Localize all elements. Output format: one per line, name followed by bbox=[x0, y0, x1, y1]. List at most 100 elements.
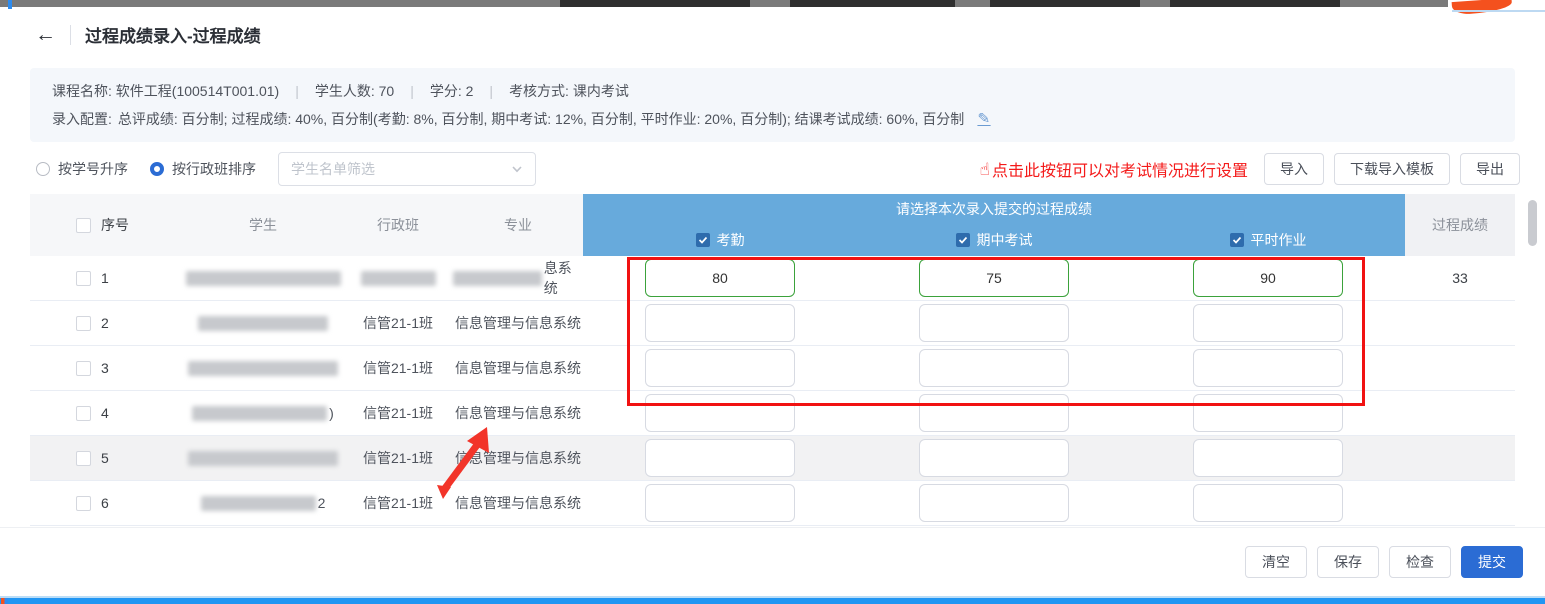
score-cell-midterm bbox=[857, 259, 1131, 297]
score-column-header-homework: 平时作业 bbox=[1131, 224, 1405, 256]
grade-entry-page: ← 过程成绩录入-过程成绩 课程名称: 软件工程(100514T001.01)|… bbox=[0, 0, 1545, 604]
sort-by-id-radio[interactable]: 按学号升序 bbox=[36, 159, 128, 179]
row-index-value: 6 bbox=[91, 495, 109, 511]
major-cell: 信息管理与信息系统 bbox=[453, 403, 583, 423]
student-cell bbox=[183, 271, 343, 286]
filter-placeholder: 学生名单筛选 bbox=[291, 159, 375, 179]
header-student: 学生 bbox=[183, 194, 343, 256]
student-filter-select[interactable]: 学生名单筛选 bbox=[278, 152, 536, 186]
score-input-midterm[interactable] bbox=[919, 484, 1069, 522]
score-cell-homework bbox=[1131, 439, 1405, 477]
score-input-midterm[interactable] bbox=[919, 439, 1069, 477]
course-info-item: 学生人数: 70 bbox=[315, 80, 394, 102]
score-column-label: 考勤 bbox=[717, 230, 745, 250]
group-header-title: 请选择本次录入提交的过程成绩 bbox=[583, 194, 1405, 224]
edge-blue-line bbox=[1452, 10, 1545, 12]
table-header: 序号 学生 行政班 专业 请选择本次录入提交的过程成绩 考勤期中考试平时作业 过… bbox=[30, 194, 1515, 256]
score-input-homework[interactable] bbox=[1193, 259, 1343, 297]
header-seq: 序号 bbox=[91, 194, 183, 256]
table-row: 62信管21-1班信息管理与信息系统 bbox=[30, 481, 1515, 526]
score-input-attendance[interactable] bbox=[645, 349, 795, 387]
score-input-midterm[interactable] bbox=[919, 394, 1069, 432]
footer-actions: 清空 保存 检查 提交 bbox=[0, 527, 1545, 596]
table-toolbar: 导入 下载导入模板 导出 bbox=[1264, 153, 1520, 185]
window-edge-text-blur bbox=[1170, 0, 1340, 7]
row-index-value: 1 bbox=[91, 270, 109, 286]
score-cell-attendance bbox=[583, 439, 857, 477]
radio-selected-icon bbox=[150, 162, 164, 176]
save-button[interactable]: 保存 bbox=[1317, 546, 1379, 578]
row-index: 4 bbox=[91, 405, 183, 421]
score-column-header-attendance: 考勤 bbox=[583, 224, 857, 256]
score-input-midterm[interactable] bbox=[919, 349, 1069, 387]
download-template-button[interactable]: 下载导入模板 bbox=[1334, 153, 1450, 185]
import-button[interactable]: 导入 bbox=[1264, 153, 1324, 185]
header-checkbox-cell bbox=[75, 194, 91, 256]
table-scrollbar-thumb[interactable] bbox=[1528, 200, 1537, 246]
row-index: 5 bbox=[91, 450, 183, 466]
score-input-homework[interactable] bbox=[1193, 484, 1343, 522]
check-button[interactable]: 检查 bbox=[1389, 546, 1451, 578]
student-cell bbox=[183, 361, 343, 376]
major-cell: 信息管理与信息系统 bbox=[453, 493, 583, 513]
check-icon bbox=[1232, 235, 1242, 245]
student-redacted bbox=[183, 361, 343, 376]
row-checkbox-cell bbox=[75, 451, 91, 466]
class-cell: 信管21-1班 bbox=[343, 313, 453, 333]
row-index-value: 2 bbox=[91, 315, 109, 331]
sort-by-class-radio[interactable]: 按行政班排序 bbox=[150, 159, 256, 179]
score-column-headers: 考勤期中考试平时作业 bbox=[583, 224, 1405, 256]
column-checkbox-homework[interactable] bbox=[1230, 233, 1244, 247]
bottom-taskbar-edge bbox=[0, 596, 1545, 604]
score-input-homework[interactable] bbox=[1193, 349, 1343, 387]
student-cell: ) bbox=[183, 405, 343, 421]
class-cell: 信管21-1班 bbox=[343, 493, 453, 513]
info-separator: | bbox=[489, 80, 493, 102]
column-checkbox-attendance[interactable] bbox=[696, 233, 710, 247]
score-column-label: 平时作业 bbox=[1251, 230, 1307, 250]
score-input-attendance[interactable] bbox=[645, 304, 795, 342]
row-index: 3 bbox=[91, 360, 183, 376]
score-cell-attendance bbox=[583, 259, 857, 297]
export-button[interactable]: 导出 bbox=[1460, 153, 1520, 185]
student-redacted bbox=[183, 316, 343, 331]
row-index-value: 5 bbox=[91, 450, 109, 466]
window-edge-text-blur bbox=[990, 0, 1140, 7]
row-checkbox[interactable] bbox=[76, 406, 91, 421]
score-input-homework[interactable] bbox=[1193, 304, 1343, 342]
score-cell-homework bbox=[1131, 349, 1405, 387]
score-input-homework[interactable] bbox=[1193, 439, 1343, 477]
row-checkbox[interactable] bbox=[76, 451, 91, 466]
row-checkbox[interactable] bbox=[76, 496, 91, 511]
redaction-blur bbox=[188, 361, 338, 376]
score-input-midterm[interactable] bbox=[919, 259, 1069, 297]
score-input-homework[interactable] bbox=[1193, 394, 1343, 432]
column-checkbox-midterm[interactable] bbox=[956, 233, 970, 247]
controls-row: 按学号升序 按行政班排序 学生名单筛选 ☝ 点击此按钮可以对考试情况进行设置 导… bbox=[30, 150, 1520, 188]
course-info-panel: 课程名称: 软件工程(100514T001.01)|学生人数: 70|学分: 2… bbox=[30, 68, 1515, 142]
sort-by-class-label: 按行政班排序 bbox=[172, 159, 256, 179]
course-info-line2: 录入配置: 总评成绩: 百分制; 过程成绩: 40%, 百分制(考勤: 8%, … bbox=[52, 108, 1493, 130]
submit-button[interactable]: 提交 bbox=[1461, 546, 1523, 578]
edit-config-icon[interactable]: ✎ bbox=[978, 112, 991, 126]
score-input-midterm[interactable] bbox=[919, 304, 1069, 342]
clear-button[interactable]: 清空 bbox=[1245, 546, 1307, 578]
row-index-value: 3 bbox=[91, 360, 109, 376]
back-button[interactable]: ← bbox=[35, 24, 56, 45]
row-index: 6 bbox=[91, 495, 183, 511]
select-all-checkbox[interactable] bbox=[76, 218, 91, 233]
score-input-attendance[interactable] bbox=[645, 439, 795, 477]
major-cell: 信息管理与信息系统 bbox=[453, 448, 583, 468]
result-cell: 33 bbox=[1405, 270, 1515, 286]
row-checkbox[interactable] bbox=[76, 361, 91, 376]
score-cell-homework bbox=[1131, 484, 1405, 522]
student-redacted bbox=[183, 451, 343, 466]
score-input-attendance[interactable] bbox=[645, 394, 795, 432]
row-checkbox[interactable] bbox=[76, 271, 91, 286]
redaction-blur bbox=[186, 271, 341, 286]
row-checkbox[interactable] bbox=[76, 316, 91, 331]
score-input-attendance[interactable] bbox=[645, 484, 795, 522]
score-input-attendance[interactable] bbox=[645, 259, 795, 297]
major-cell: 信息管理与信息系统 bbox=[453, 358, 583, 378]
redaction-blur bbox=[198, 316, 328, 331]
